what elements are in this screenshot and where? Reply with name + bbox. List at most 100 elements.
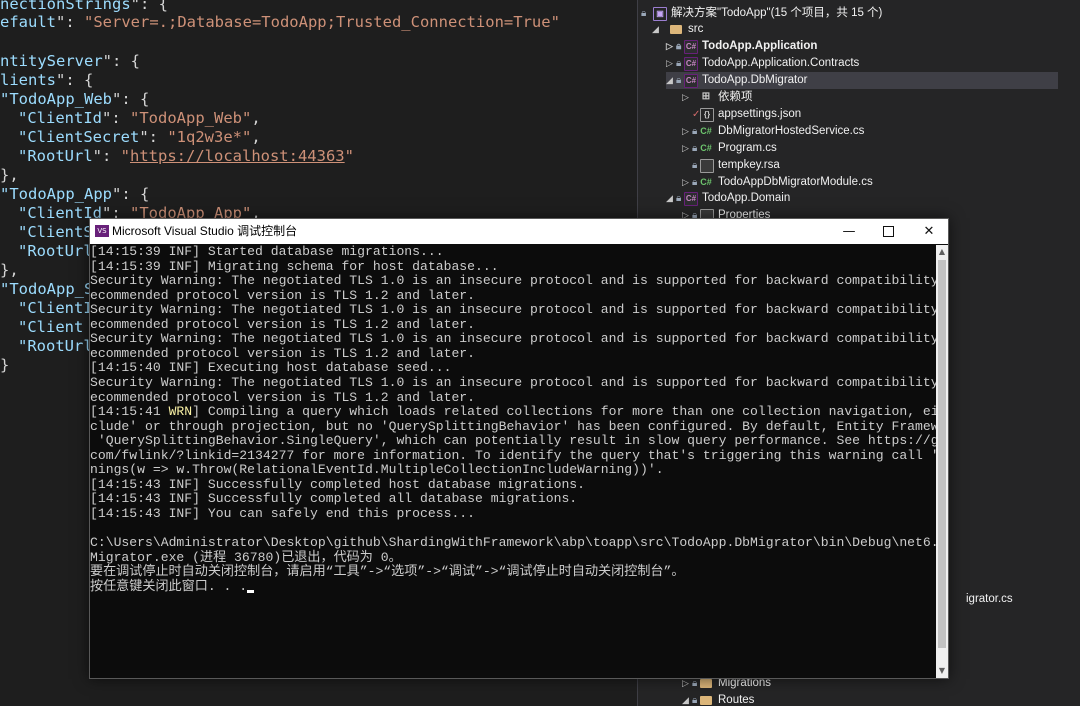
quote: ": [344, 147, 354, 165]
json-file-icon: {}: [700, 108, 714, 122]
csharp-project-icon: C#: [684, 40, 698, 54]
tree-item-label: 依赖项: [718, 91, 753, 103]
json-key: "ClientI: [18, 299, 93, 317]
csharp-project-icon: C#: [684, 74, 698, 88]
json-key: "RootUrl: [18, 242, 93, 260]
json-key: ntityServer: [0, 52, 103, 70]
json-punctuation: ": {: [111, 185, 150, 203]
lock-icon: 🔒︎: [676, 41, 682, 52]
json-punctuation: }: [0, 356, 10, 374]
key-separator: ":: [139, 128, 168, 146]
console-line: Security Warning: The negotiated TLS 1.0…: [90, 331, 936, 347]
lock-icon: 🔒︎: [692, 160, 698, 171]
code-line: "TodoApp_S: [0, 280, 93, 299]
json-punctuation: ": {: [130, 0, 168, 13]
json-key: "RootUrl: [18, 337, 93, 355]
json-key: "ClientS: [18, 223, 93, 241]
expanded-arrow-icon[interactable]: ◢: [682, 692, 689, 706]
console-line: 'QuerySplittingBehavior.SingleQuery', wh…: [97, 433, 936, 449]
scroll-down-icon[interactable]: ▼: [936, 664, 948, 678]
close-button[interactable]: ✕: [908, 219, 950, 244]
root-url-link[interactable]: https://localhost:44363: [130, 147, 345, 165]
lock-icon: 🔒︎: [692, 177, 698, 188]
console-line: nings(w => w.Throw(RelationalEventId.Mul…: [90, 462, 664, 478]
scroll-up-icon[interactable]: ▲: [936, 245, 948, 259]
collapsed-arrow-icon[interactable]: ▷: [682, 174, 689, 191]
console-line: clude' or through projection, but no 'Qu…: [90, 418, 936, 434]
lock-icon: 🔒︎: [641, 8, 647, 19]
csharp-file-icon: C#: [700, 143, 712, 153]
tree-item-label: src: [688, 23, 704, 35]
collapsed-arrow-icon[interactable]: ▷: [682, 140, 689, 157]
lock-icon: 🔒︎: [676, 75, 682, 86]
code-line: "RootUrl": "https://localhost:44363": [18, 147, 354, 166]
collapsed-arrow-icon[interactable]: ▷: [682, 123, 689, 140]
code-line: "ClientSecret": "1q2w3e*",: [18, 128, 261, 147]
code-line: "Client: [18, 318, 83, 337]
json-key: "ClientSecret: [18, 128, 140, 146]
lock-icon: 🔒︎: [692, 126, 698, 137]
maximize-icon: [882, 226, 894, 237]
json-key: "TodoApp_S: [0, 280, 94, 298]
collapsed-arrow-icon[interactable]: ▷: [666, 38, 673, 55]
console-line: [14:15:41 WRN] Compiling a query which l…: [90, 404, 936, 420]
tree-item-label: tempkey.rsa: [718, 159, 780, 171]
console-titlebar[interactable]: VS Microsoft Visual Studio 调试控制台 — ✕: [90, 219, 948, 244]
code-line: },: [0, 166, 19, 185]
json-string: "Server=.;Database=TodoApp;Trusted_Conne…: [84, 13, 560, 31]
lock-icon: 🔒︎: [676, 58, 682, 69]
debug-console-window[interactable]: VS Microsoft Visual Studio 调试控制台 — ✕ [14…: [89, 218, 949, 679]
json-string: "TodoApp_Web": [130, 109, 252, 127]
lock-icon: 🔒︎: [692, 695, 698, 706]
quote: ": [120, 147, 130, 165]
expanded-arrow-icon[interactable]: ◢: [666, 72, 673, 89]
tree-item-label: igrator.cs: [966, 593, 1013, 605]
tree-item-label: DbMigratorHostedService.cs: [718, 125, 865, 137]
collapsed-arrow-icon[interactable]: ▷: [666, 55, 673, 72]
console-line: [14:15:43 INF] Successfully completed al…: [90, 491, 578, 507]
folder-icon: [700, 679, 712, 688]
json-punctuation: ": {: [102, 52, 140, 70]
tree-item-label: Routes: [718, 694, 755, 706]
code-line: "ClientId": "TodoApp_Web",: [18, 109, 261, 128]
file-icon: [700, 159, 714, 173]
log-prefix: [14:15:41: [90, 404, 169, 420]
code-line: ntityServer": {: [0, 52, 140, 71]
json-key: nectionStrings: [0, 0, 131, 13]
json-punctuation: ,: [251, 109, 261, 127]
code-line: efault": "Server=.;Database=TodoApp;Trus…: [0, 13, 560, 32]
expanded-arrow-icon[interactable]: ◢: [652, 21, 659, 38]
solution-icon: ▣: [653, 7, 667, 21]
csharp-project-icon: C#: [684, 192, 698, 206]
vertical-scrollbar[interactable]: ▲ ▼: [936, 245, 948, 678]
code-line: "RootUrl: [18, 242, 93, 261]
key-separator: ":: [102, 109, 130, 127]
tree-item-label: TodoApp.Domain: [702, 192, 791, 204]
tree-item[interactable]: ◢ 🔒︎ C# TodoApp.DbMigrator: [666, 72, 1058, 89]
expanded-arrow-icon[interactable]: ◢: [666, 190, 673, 207]
console-line: C:\Users\Administrator\Desktop\github\Sh…: [90, 535, 936, 550]
code-line: nectionStrings": {: [0, 0, 168, 14]
collapsed-arrow-icon[interactable]: ▷: [682, 89, 689, 106]
console-line: ecommended protocol version is TLS 1.2 a…: [90, 316, 476, 332]
console-line: com/fwlink/?linkid=2134277 for more info…: [90, 447, 936, 463]
tree-item-label: TodoApp.DbMigrator: [702, 74, 808, 86]
scrollbar-thumb[interactable]: [938, 260, 946, 648]
console-line: Migrator.exe (进程 36780)已退出，代码为 0。: [90, 549, 402, 565]
maximize-button[interactable]: [867, 219, 909, 244]
json-key: lients: [0, 71, 56, 89]
json-key: "TodoApp_App: [0, 185, 112, 203]
key-separator: ":: [92, 147, 121, 165]
tree-item-label: TodoAppDbMigratorModule.cs: [718, 176, 873, 188]
json-punctuation: ,: [251, 128, 261, 146]
csharp-file-icon: C#: [700, 177, 712, 187]
prompt-text: 按任意键关闭此窗口. . .: [90, 578, 248, 594]
console-output[interactable]: [14:15:39 INF] Started database migratio…: [90, 245, 936, 678]
visual-studio-icon: VS: [95, 225, 109, 237]
key-separator: ":: [56, 13, 84, 31]
console-line: [14:15:43 INF] You can safely end this p…: [90, 505, 476, 521]
console-line: 要在调试停止时自动关闭控制台，请启用“工具”->“选项”->“调试”->“调试停…: [90, 564, 685, 580]
json-key: "RootUrl: [18, 147, 93, 165]
text-cursor: [247, 590, 255, 594]
minimize-button[interactable]: —: [828, 219, 870, 244]
